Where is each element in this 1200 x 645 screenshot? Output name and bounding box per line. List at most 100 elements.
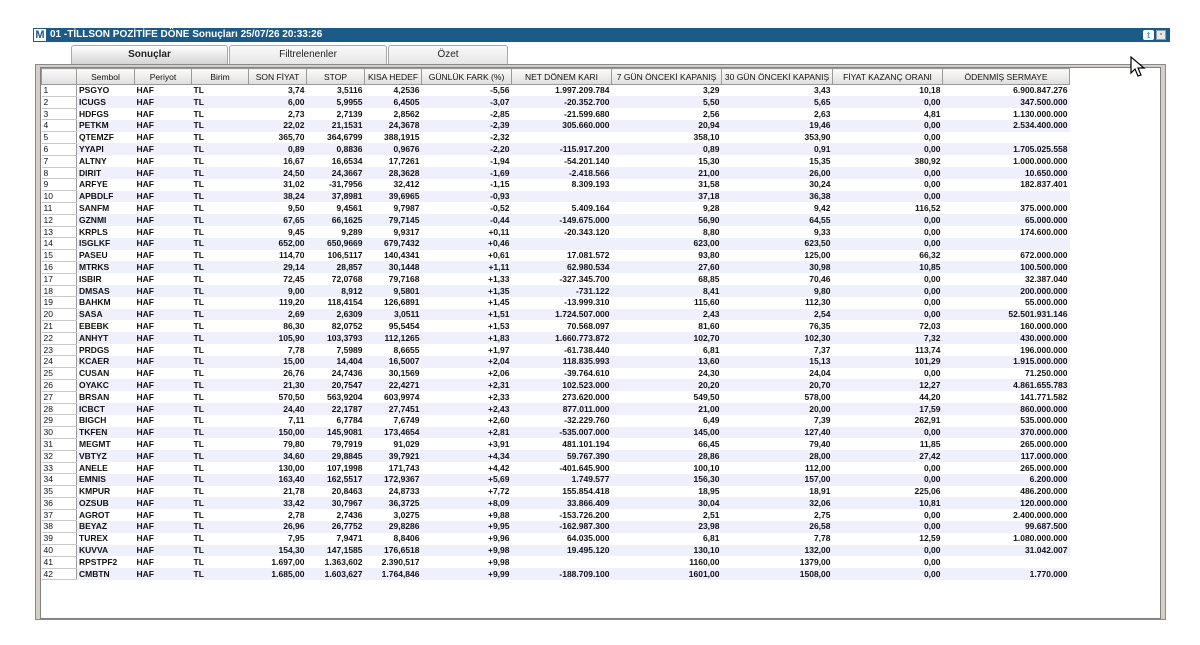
column-header[interactable]: 30 GÜN ÖNCEKİ KAPANIŞ bbox=[721, 68, 833, 85]
column-header[interactable]: SON FİYAT bbox=[248, 68, 307, 85]
table-row[interactable]: 15 PASEU HAF TL 114,70 106,5117 140,4341 +0,61 1… bbox=[41, 249, 1070, 262]
table-cell: HAF bbox=[136, 486, 154, 497]
table-cell: HAF bbox=[136, 344, 154, 355]
table-cell: 8,6655 bbox=[393, 344, 420, 355]
table-row[interactable]: 8 DIRIT HAF TL 24,50 24,3667 28,3628 -1,69 -2.41… bbox=[41, 167, 1070, 180]
table-row[interactable]: 12 GZNMI HAF TL 67,65 66,1625 79,7145 -0,44 -149… bbox=[41, 214, 1070, 227]
table-row[interactable]: 22 ANHYT HAF TL 105,90 103,3793 112,1265 +1,83 1… bbox=[41, 332, 1070, 345]
table-row[interactable]: 14 ISGLKF HAF TL 652,00 650,9669 679,7432 +0,46… bbox=[41, 237, 1070, 251]
table-cell: 16,6534 bbox=[331, 155, 363, 166]
table-row[interactable]: 36 OZSUB HAF TL 33,42 30,7967 36,3725 +8,09 33.8… bbox=[41, 497, 1070, 510]
column-header[interactable]: NET DÖNEM KARI bbox=[511, 68, 612, 85]
table-cell: 2,69 bbox=[248, 308, 307, 321]
table-row[interactable]: 38 BEYAZ HAF TL 26,96 26,7752 29,8286 +9,95 -162… bbox=[41, 520, 1070, 534]
table-cell: 79,80 bbox=[283, 438, 305, 449]
tab-filtrelenenler[interactable]: Filtrelenenler bbox=[229, 45, 387, 64]
table-cell: TL bbox=[193, 391, 204, 402]
table-cell: HAF bbox=[136, 320, 154, 331]
table-cell: 22,1787 bbox=[306, 403, 365, 415]
table-row[interactable]: 34 EMNIS HAF TL 163,40 162,5517 172,9367 +5,69 1… bbox=[41, 473, 1070, 487]
table-cell: 30,04 bbox=[611, 497, 722, 510]
table-row[interactable]: 16 MTRKS HAF TL 29,14 28,857 30,1448 +1,11 62.98… bbox=[41, 261, 1070, 274]
table-cell: 102.523.000 bbox=[511, 379, 612, 392]
table-cell: TKFEN bbox=[76, 426, 135, 439]
table-row[interactable]: 7 ALTNY HAF TL 16,67 16,6534 17,7261 -1,94 -54.2… bbox=[41, 155, 1070, 168]
column-header[interactable]: 7 GÜN ÖNCEKİ KAPANIŞ bbox=[611, 68, 722, 85]
table-row[interactable]: 11 SANFM HAF TL 9,50 9,4561 9,7987 -0,52 5.409.1… bbox=[41, 202, 1070, 215]
table-cell: 481.101.194 bbox=[562, 438, 610, 449]
restore-window-icon[interactable]: ▫ bbox=[1156, 30, 1166, 40]
table-row[interactable]: 13 KRPLS HAF TL 9,45 9,289 9,9317 +0,11 -20.343.… bbox=[41, 226, 1070, 239]
twitter-icon[interactable]: t bbox=[1143, 30, 1154, 40]
table-row[interactable]: 5 QTEMZF HAF TL 365,70 364,6799 388,1915 -2,32 3… bbox=[41, 131, 1070, 144]
table-cell: 3,0275 bbox=[393, 509, 420, 520]
table-cell: TL bbox=[191, 308, 249, 321]
column-header[interactable]: GÜNLÜK FARK (%) bbox=[421, 68, 512, 85]
table-cell: 15,13 bbox=[721, 355, 833, 368]
table-row[interactable]: 21 EBEBK HAF TL 86,30 82,0752 95,5454 +1,53 70.5… bbox=[41, 320, 1070, 333]
results-grid[interactable]: Sembol Periyot Birim SON FİYAT STOP KISA HEDE… bbox=[40, 67, 1161, 619]
table-cell: 64.035.000 bbox=[566, 533, 610, 544]
table-row[interactable]: 3 HDFGS HAF TL 2,73 2,7139 2,8562 -2,85 -21.599.… bbox=[41, 108, 1070, 121]
table-cell: 14,404 bbox=[306, 355, 365, 368]
table-row[interactable]: 24 KCAER HAF TL 15,00 14,404 16,5007 +2,04 118.8… bbox=[41, 355, 1070, 369]
table-row[interactable]: 35 KMPUR HAF TL 21,78 20,8463 24,8733 +7,72 155.… bbox=[41, 485, 1070, 498]
table-cell: 6.200.000 bbox=[942, 473, 1070, 486]
table-row[interactable]: 40 KUVVA HAF TL 154,30 147,1585 176,6518 +9,98 1… bbox=[41, 544, 1070, 557]
table-cell: 1.705.025.558 bbox=[942, 143, 1070, 156]
table-row[interactable]: 18 DMSAS HAF TL 9,00 8,912 9,5801 +1,35 -731.122… bbox=[41, 285, 1070, 298]
table-cell: 9,42 bbox=[813, 202, 831, 213]
table-cell: 1.660.773.872 bbox=[511, 332, 612, 345]
table-row[interactable]: 41 RPSTPF2 HAF TL 1.697,00 1.363,602 2.390,517… bbox=[41, 556, 1070, 569]
column-header[interactable]: Sembol bbox=[76, 68, 135, 85]
row-number: 40 bbox=[41, 544, 77, 557]
table-cell: YYAPI bbox=[76, 143, 135, 156]
table-row[interactable]: 20 SASA HAF TL 2,69 2,6309 3,0511 +1,51 1.724.50… bbox=[41, 308, 1070, 321]
table-cell: HAF bbox=[136, 250, 154, 261]
table-cell: TL bbox=[193, 368, 204, 379]
table-row[interactable]: 9 ARFYE HAF TL 31,02 -31,7956 32,412 -1,15 8.309… bbox=[41, 178, 1070, 192]
table-row[interactable]: 26 OYAKC HAF TL 21,30 20,7547 22,4271 +2,31 102.… bbox=[41, 379, 1070, 392]
table-row[interactable]: 39 TUREX HAF TL 7,95 7,9471 8,8406 +9,96 64.035.… bbox=[41, 532, 1070, 546]
table-row[interactable]: 29 BIGCH HAF TL 7,11 6,7784 7,6749 +2,60 -32.229… bbox=[41, 414, 1070, 428]
table-row[interactable]: 32 VBTYZ HAF TL 34,60 29,8845 39,7921 +4,34 59.7… bbox=[41, 450, 1070, 463]
column-header[interactable]: STOP bbox=[306, 68, 365, 85]
table-row[interactable]: 10 APBDLF HAF TL 38,24 37,8981 39,6965 -0,93 37,… bbox=[41, 190, 1070, 203]
table-cell: TL bbox=[191, 167, 249, 179]
table-row[interactable]: 37 AGROT HAF TL 2,78 2,7436 3,0275 +9,88 -153.72… bbox=[41, 509, 1070, 522]
table-cell: 17,7261 bbox=[388, 155, 420, 166]
table-row[interactable]: 6 YYAPI HAF TL 0,89 0,8836 0,9676 -2,20 -115.917… bbox=[41, 143, 1070, 156]
table-cell: 15,35 bbox=[809, 155, 831, 166]
table-cell: HAF bbox=[136, 556, 154, 567]
table-row[interactable]: 30 TKFEN HAF TL 150,00 145,9081 173,4654 +2,81-… bbox=[41, 426, 1070, 439]
tab-ozet[interactable]: Özet bbox=[388, 45, 508, 64]
table-row[interactable]: 28 ICBCT HAF TL 24,40 22,1787 27,7451 +2,43 877.… bbox=[41, 403, 1070, 416]
column-header[interactable]: KISA HEDEF bbox=[364, 68, 422, 85]
column-header[interactable]: ÖDENMİŞ SERMAYE bbox=[942, 68, 1070, 85]
table-row[interactable]: 17 ISBIR HAF TL 72,45 72,0768 79,7168 +1,33 -327… bbox=[41, 273, 1070, 286]
column-header[interactable]: FİYAT KAZANÇ ORANI bbox=[832, 68, 943, 85]
table-row[interactable]: 2 ICUGS HAF TL 6,00 5,9955 6,4505 -3,07 -20.352.… bbox=[41, 96, 1070, 109]
table-row[interactable]: 23 PRDGS HAF TL 7,78 7,5989 8,6655 +1,97 -61.738… bbox=[41, 344, 1070, 357]
table-cell: +8,09 bbox=[421, 497, 512, 510]
table-cell: 79,7919 bbox=[331, 438, 363, 449]
table-row[interactable]: 4 PETKM HAF TL 22,02 21,1531 24,3678 -2,39 305.6… bbox=[41, 119, 1070, 133]
table-cell: 0,00 bbox=[923, 297, 941, 308]
table-row[interactable]: 19 BAHKM HAF TL 119,20 118,4154 126,6891 +1,45 -… bbox=[41, 296, 1070, 310]
table-cell: 1.770.000 bbox=[942, 568, 1070, 580]
table-row[interactable]: 27 BRSAN HAF TL 570,50 563,9204 603,9974 +2,33 2… bbox=[41, 391, 1070, 404]
table-cell: 100,10 bbox=[693, 462, 720, 473]
table-cell: 11,85 bbox=[919, 438, 941, 449]
table-cell: EMNIS bbox=[76, 473, 135, 486]
table-cell: -115.917.200 bbox=[511, 143, 612, 156]
table-cell: +1,83 bbox=[421, 332, 512, 345]
tab-sonuclar[interactable]: Sonuçlar bbox=[71, 45, 228, 64]
table-row[interactable]: 1 PSGYO HAF TL 3,74 3,5116 4,2536 -5,56 1.997.20… bbox=[41, 84, 1070, 97]
table-row[interactable]: 25 CUSAN HAF TL 26,76 24,7436 30,1569 +2,06 -39.… bbox=[41, 367, 1070, 380]
column-header[interactable]: Periyot bbox=[134, 68, 192, 85]
table-row[interactable]: 33 ANELE HAF TL 130,00 107,1998 171,743 +4,42 -4… bbox=[41, 462, 1070, 475]
table-cell: 21,78 bbox=[283, 486, 305, 497]
table-row[interactable]: 31 MEGMT HAF TL 79,80 79,7919 91,029 +3,91 481.1… bbox=[41, 438, 1070, 451]
column-header[interactable]: Birim bbox=[191, 68, 249, 85]
table-row[interactable]: 42 CMBTN HAF TL 1.685,00 1.603,627 1.764,846 +9… bbox=[41, 568, 1070, 581]
